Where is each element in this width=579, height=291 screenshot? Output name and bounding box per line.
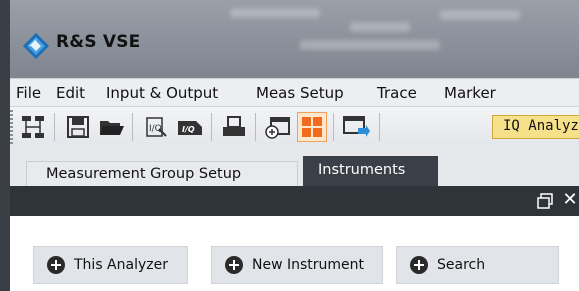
button-label: This Analyzer <box>74 257 168 273</box>
app-title: R&S VSE <box>56 32 141 52</box>
blurred-background <box>230 8 320 18</box>
toolbar-separator <box>211 113 212 141</box>
window-border <box>0 0 10 291</box>
panel-header: ✕ <box>10 186 579 216</box>
tab-label: Instruments <box>318 162 406 178</box>
tab-row: Measurement Group Setup Instruments <box>10 146 579 186</box>
open-folder-icon[interactable] <box>97 112 127 142</box>
menu-input-output[interactable]: Input & Output <box>106 84 218 102</box>
save-icon[interactable] <box>63 112 93 142</box>
tab-measurement-group-setup[interactable]: Measurement Group Setup <box>26 161 298 186</box>
iq-data-icon[interactable]: I/Q <box>175 112 205 142</box>
toolbar-grip[interactable] <box>10 110 13 144</box>
measurement-overview-icon[interactable] <box>18 112 48 142</box>
blurred-background <box>350 22 410 32</box>
add-circle-icon <box>225 256 243 274</box>
add-window-icon[interactable] <box>263 112 293 142</box>
print-icon[interactable] <box>219 112 249 142</box>
layout-icon[interactable] <box>297 112 327 142</box>
menu-marker[interactable]: Marker <box>444 84 496 102</box>
rs-logo-icon <box>23 33 49 59</box>
blurred-background <box>300 40 440 50</box>
toolbar-separator <box>379 113 380 141</box>
add-circle-icon <box>410 256 428 274</box>
svg-text:I/Q: I/Q <box>182 125 195 134</box>
new-instrument-button[interactable]: New Instrument <box>211 246 383 284</box>
this-analyzer-button[interactable]: This Analyzer <box>33 246 188 284</box>
title-bar: R&S VSE <box>0 0 579 78</box>
blurred-background <box>440 10 520 20</box>
channel-tab-iq-analyzer[interactable]: IQ Analyzer <box>492 115 579 139</box>
menu-bar: File Edit Input & Output Meas Setup Trac… <box>10 78 579 107</box>
menu-edit[interactable]: Edit <box>56 84 85 102</box>
toolbar-separator <box>132 113 133 141</box>
menu-meas-setup[interactable]: Meas Setup <box>256 84 344 102</box>
tab-label: Measurement Group Setup <box>46 166 242 182</box>
toolbar-separator <box>255 113 256 141</box>
vse-window: R&S VSE File Edit Input & Output Meas Se… <box>0 0 579 291</box>
toolbar-separator <box>54 113 55 141</box>
channel-label: IQ Analyzer <box>503 118 579 134</box>
search-button[interactable]: Search <box>396 246 559 284</box>
instruments-panel: This Analyzer New Instrument Search <box>10 216 579 291</box>
close-icon[interactable]: ✕ <box>561 189 579 211</box>
tab-instruments[interactable]: Instruments <box>303 156 438 186</box>
add-circle-icon <box>47 256 65 274</box>
window-arrow-icon[interactable] <box>341 112 371 142</box>
menu-trace[interactable]: Trace <box>377 84 417 102</box>
toolbar: I/Q I/Q IQ Analyz <box>10 106 579 148</box>
print-setup-icon[interactable]: I/Q <box>141 112 171 142</box>
button-label: New Instrument <box>252 257 365 273</box>
restore-window-icon[interactable] <box>537 193 553 209</box>
button-label: Search <box>437 257 486 273</box>
toolbar-separator <box>333 113 334 141</box>
menu-file[interactable]: File <box>16 84 41 102</box>
